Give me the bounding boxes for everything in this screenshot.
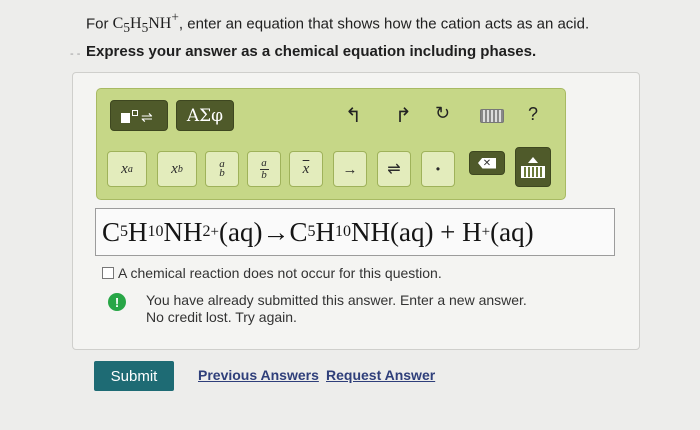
eq-h2: H (315, 216, 335, 247)
question-instruction: Express your answer as a chemical equati… (86, 43, 537, 60)
question-formula: C5H5NH+ (112, 10, 179, 36)
eq-sub-10a: 10 (147, 223, 164, 240)
formula-charge: + (171, 10, 179, 25)
request-answer-link[interactable]: Request Answer (326, 367, 435, 383)
equilibrium-arrow-button[interactable]: ⇌ (377, 151, 411, 187)
subscript-base: x (171, 160, 178, 177)
fraction-icon: ab (219, 159, 225, 179)
subscript-button[interactable]: xb (157, 151, 197, 187)
subscript-sub: b (177, 163, 183, 175)
fraction2-denominator: b (261, 168, 267, 181)
formula-nh: NH (148, 15, 172, 33)
greek-label: ΑΣφ (186, 105, 224, 126)
fraction-vertical-button[interactable]: ab (205, 151, 239, 187)
formula-h: H (130, 15, 142, 33)
keyboard-toggle-button[interactable] (515, 147, 551, 187)
dot-button[interactable]: • (421, 151, 455, 187)
fraction-bar-icon: ab (259, 156, 269, 181)
question-suffix: , enter an equation that shows how the c… (178, 15, 590, 33)
eq-nh: NH (163, 216, 203, 247)
help-button[interactable]: ? (528, 104, 538, 125)
formula-c: C (112, 15, 124, 33)
overline-label: x (302, 160, 310, 177)
dot-label: • (435, 162, 441, 176)
eq-h1: H (128, 216, 148, 247)
chevron-up-icon (528, 156, 538, 163)
arrow-label: → (342, 160, 358, 178)
question-text: For C5H5NH+, enter an equation that show… (86, 10, 589, 37)
eq-sub-2: 2 (202, 223, 211, 240)
eq-sub-5b: 5 (307, 223, 316, 240)
superscript-exp: a (127, 163, 133, 175)
submit-button[interactable]: Submit (94, 361, 174, 391)
answer-equation-input[interactable]: C 5 H 10 NH 2 + (aq)→C 5 H 10 NH(aq) + H + (aq) (95, 208, 615, 256)
feedback-line-2: No credit lost. Try again. (146, 309, 297, 325)
overline-button[interactable]: x (289, 151, 323, 187)
eq-middle: (aq)→C (218, 216, 308, 247)
eq-sub-10b: 10 (334, 223, 351, 240)
templates-icon: ⇌ (119, 107, 159, 125)
reaction-arrow-button[interactable]: → (333, 151, 367, 187)
no-reaction-option[interactable]: A chemical reaction does not occur for t… (102, 265, 442, 281)
superscript-base: x (121, 160, 128, 177)
delete-button[interactable]: ✕ (469, 151, 505, 175)
formula-sub-5a: 5 (123, 20, 131, 36)
bullet-marker: - - (70, 48, 81, 60)
eq-charge-1: + (210, 223, 219, 240)
keyboard-toggle-icon (521, 165, 545, 178)
previous-answers-link[interactable]: Previous Answers (198, 367, 319, 383)
greek-symbols-button[interactable]: ΑΣφ (176, 100, 234, 131)
no-reaction-label: A chemical reaction does not occur for t… (118, 265, 442, 281)
delete-icon: ✕ (478, 157, 496, 169)
eq-sub-5a: 5 (120, 223, 129, 240)
equation-toolbar: ⇌ ΑΣφ ↰ ↱ ↻ ? xa xb ab ab x → ⇌ • ✕ (96, 88, 566, 200)
templates-button[interactable]: ⇌ (110, 100, 168, 131)
keyboard-icon[interactable] (480, 109, 504, 123)
eq-product: NH(aq) + H (350, 216, 482, 247)
eq-charge-2: + (481, 223, 491, 240)
exclamation-icon: ! (108, 293, 126, 311)
fraction2-numerator: a (261, 156, 267, 169)
question-prefix: For (86, 15, 113, 33)
superscript-button[interactable]: xa (107, 151, 147, 187)
eq-c1: C (102, 216, 121, 247)
fraction-button[interactable]: ab (247, 151, 281, 187)
undo-icon[interactable]: ↰ (345, 103, 362, 128)
fraction-denominator: b (219, 167, 225, 179)
reset-icon[interactable]: ↻ (435, 103, 450, 124)
redo-icon[interactable]: ↱ (395, 103, 412, 128)
equilibrium-label: ⇌ (387, 161, 401, 178)
feedback-message: You have already submitted this answer. … (146, 292, 527, 326)
feedback-line-1: You have already submitted this answer. … (146, 292, 527, 308)
eq-end: (aq) (490, 216, 534, 247)
no-reaction-checkbox[interactable] (102, 267, 114, 279)
